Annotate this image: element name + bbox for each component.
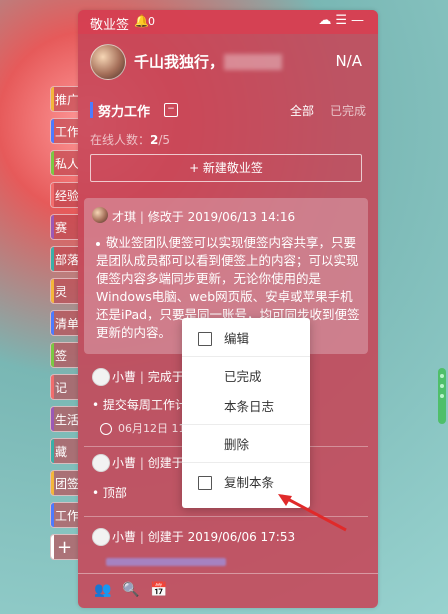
- handle-grip: [440, 374, 444, 378]
- app-title: 敬业签: [90, 18, 130, 33]
- menu-divider: [182, 356, 310, 357]
- side-tab[interactable]: 经验: [50, 182, 78, 208]
- note-meta: 小曹 | 创建于: [112, 456, 184, 470]
- side-tab[interactable]: 记: [50, 374, 78, 400]
- note-meta: 小曹 | 完成于: [112, 370, 184, 384]
- add-tab-button[interactable]: +: [50, 534, 78, 560]
- menu-divider: [182, 424, 310, 425]
- side-tab[interactable]: 赛: [50, 214, 78, 240]
- bullet-dot: [96, 241, 100, 246]
- edit-icon: [198, 332, 212, 346]
- filter-done-tab[interactable]: 已完成: [330, 102, 366, 119]
- close-icon[interactable]: —: [351, 13, 368, 28]
- clock-icon: [100, 423, 112, 435]
- note-meta: 小曹 | 创建于 2019/06/06 17:53: [112, 530, 296, 544]
- titlebar: 敬业签 🔔 0 ☁☰—: [78, 10, 378, 34]
- footer-toolbar: 👥 🔍 📅: [78, 573, 378, 608]
- menu-log[interactable]: 本条日志: [182, 394, 310, 420]
- side-tab[interactable]: 藏: [50, 438, 78, 464]
- side-tab[interactable]: 私人: [50, 150, 78, 176]
- side-tab[interactable]: 工作: [50, 118, 78, 144]
- section-header: 努力工作 − 全部 已完成: [90, 100, 366, 120]
- side-tab[interactable]: 灵: [50, 278, 78, 304]
- collapse-icon[interactable]: −: [164, 103, 178, 117]
- avatar: [92, 207, 108, 223]
- menu-divider: [182, 462, 310, 463]
- people-icon[interactable]: 👥: [94, 582, 111, 598]
- masked-text: [224, 54, 282, 70]
- handle-grip: [440, 384, 444, 388]
- user-header: 千山我独行， N/A: [78, 34, 378, 90]
- avatar: [92, 528, 110, 546]
- side-tab[interactable]: 生活: [50, 406, 78, 432]
- search-icon[interactable]: 🔍: [122, 582, 139, 598]
- section-accent: [90, 102, 93, 118]
- list-item: • 提交每周工作计: [92, 398, 187, 412]
- annotation-arrow: [278, 494, 347, 532]
- context-menu: 编辑 已完成 本条日志 删除 复制本条: [182, 318, 310, 508]
- status-text: N/A: [335, 52, 362, 70]
- handle-grip: [440, 394, 444, 398]
- note-meta: 才琪 | 修改于 2019/06/13 14:16: [112, 210, 296, 224]
- bell-icon[interactable]: 🔔: [134, 14, 149, 28]
- online-count: 在线人数：2/5: [90, 133, 171, 147]
- side-tab[interactable]: 清单: [50, 310, 78, 336]
- side-tab[interactable]: 签: [50, 342, 78, 368]
- menu-delete[interactable]: 删除: [182, 432, 310, 458]
- side-tabs: 推广 工作 私人 经验 赛 部落 灵 清单 签 记 生活 藏 团签 工作 +: [50, 86, 78, 566]
- menu-complete[interactable]: 已完成: [182, 364, 310, 390]
- section-title: 努力工作: [98, 105, 151, 120]
- username: 千山我独行，: [134, 53, 225, 71]
- titlebar-actions: ☁☰—: [318, 13, 368, 28]
- copy-icon: [198, 476, 212, 490]
- cloud-icon[interactable]: ☁: [318, 13, 335, 28]
- list-item: • 顶部: [92, 486, 127, 500]
- filter-all-tab[interactable]: 全部: [290, 102, 314, 119]
- new-note-button[interactable]: + 新建敬业签: [90, 154, 362, 182]
- link-text[interactable]: [106, 558, 226, 566]
- side-tab[interactable]: 工作: [50, 502, 78, 528]
- dock-handle[interactable]: [438, 368, 446, 424]
- side-tab[interactable]: 部落: [50, 246, 78, 272]
- notification-count: 0: [148, 15, 155, 28]
- side-tab[interactable]: 推广: [50, 86, 78, 112]
- calendar-icon[interactable]: 📅: [150, 582, 167, 598]
- menu-edit[interactable]: 编辑: [182, 326, 310, 352]
- menu-icon[interactable]: ☰: [335, 13, 351, 28]
- side-tab[interactable]: 团签: [50, 470, 78, 496]
- avatar: [92, 368, 110, 386]
- avatar[interactable]: [90, 44, 126, 80]
- avatar: [92, 454, 110, 472]
